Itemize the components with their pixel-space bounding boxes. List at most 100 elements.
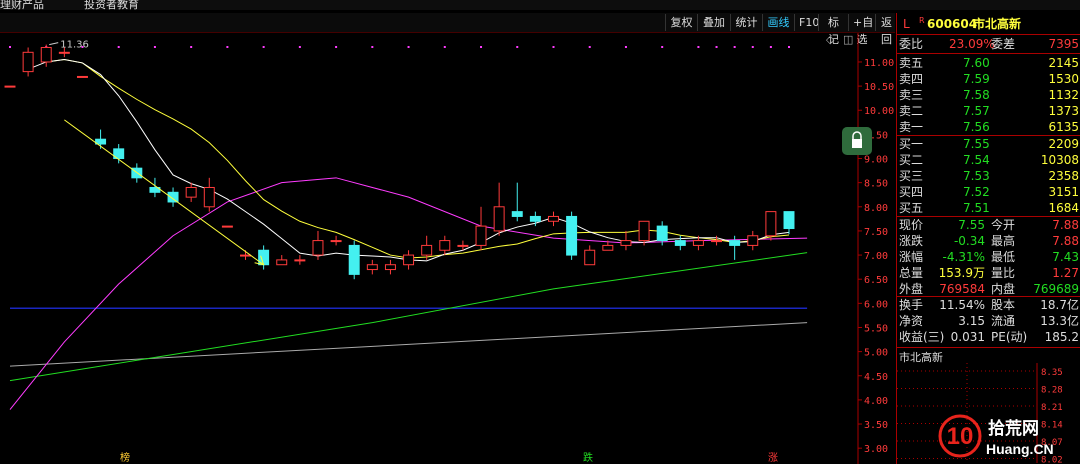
stat-row: 涨幅 -4.31% 最低 7.43 [897, 249, 1080, 265]
candle-body[interactable] [76, 75, 88, 78]
candle-body[interactable] [584, 249, 596, 266]
candle-body[interactable] [765, 211, 777, 237]
toolbar-btn-3[interactable]: 画线 [762, 14, 794, 31]
y-tick-label: 3.00 [864, 444, 888, 455]
candle-body[interactable] [783, 211, 795, 230]
trend-arrow-line[interactable] [64, 119, 264, 266]
candle-body[interactable] [348, 244, 360, 275]
sell-label: 卖二 [899, 104, 924, 118]
candle-body[interactable] [167, 191, 179, 203]
candle-body[interactable] [312, 240, 324, 256]
candle-body[interactable] [711, 240, 723, 243]
candle-body[interactable] [40, 46, 52, 63]
toolbar-btn-5[interactable]: 标记 [818, 14, 848, 46]
top-marker [516, 46, 519, 48]
candle-body[interactable] [602, 244, 614, 251]
candle-body[interactable] [638, 220, 650, 242]
candle-body[interactable] [403, 254, 415, 266]
candle-body[interactable] [22, 51, 34, 73]
buy-price: 7.54 [963, 153, 990, 167]
toolbar-btn-6[interactable]: +自选 [848, 14, 875, 46]
bottom-marker[interactable]: 涨 [768, 452, 778, 464]
candle-body[interactable] [747, 235, 759, 246]
candle-body[interactable] [620, 240, 632, 246]
candle-body[interactable] [656, 225, 668, 242]
candle-body[interactable] [439, 240, 451, 251]
candle-body[interactable] [475, 225, 487, 246]
wei-cha-label: 委差 [991, 37, 1016, 51]
panel-divider [897, 347, 1080, 348]
candle-body[interactable] [384, 264, 396, 271]
buy-volume: 2358 [1048, 169, 1079, 183]
stat2-value: 11.54% [939, 298, 985, 312]
candle-body[interactable] [185, 186, 197, 198]
y-tick-label: 5.00 [864, 348, 888, 359]
stat-value: -0.34 [953, 234, 985, 248]
wei-bi-row: 委比 23.09% 委差 7395 [897, 36, 1080, 52]
toolbar-btn-0[interactable]: 复权 [665, 14, 697, 31]
stat-label: 涨幅 [899, 250, 924, 264]
toolbar-btn-1[interactable]: 叠加 [697, 14, 730, 31]
candle-body[interactable] [366, 264, 378, 271]
candle-body[interactable] [566, 215, 578, 256]
toolbar-btn-2[interactable]: 统计 [730, 14, 762, 31]
buy-label: 买二 [899, 153, 924, 167]
candle-body[interactable] [457, 244, 469, 247]
buy-volume: 3151 [1048, 185, 1079, 199]
buy-row: 买三 7.53 2358 [897, 168, 1080, 184]
candle-body[interactable] [529, 215, 541, 222]
menu-item-wealth[interactable]: 理财产品 [0, 0, 44, 12]
candle-body[interactable] [493, 206, 505, 232]
candle-body[interactable] [692, 240, 704, 246]
diamond-icon[interactable]: ◇ [826, 33, 835, 46]
candle-body[interactable] [511, 211, 523, 217]
sell-price: 7.59 [963, 72, 990, 86]
y-tick-label: 7.50 [864, 227, 888, 238]
sell-volume: 6135 [1048, 120, 1079, 134]
stat-label: 外盘 [899, 282, 924, 296]
stat2-row: 净资 3.15 流通 13.3亿 [897, 313, 1080, 329]
stat-value: 7.43 [1052, 250, 1079, 264]
watermark-number: 10 [947, 423, 974, 450]
stat-value: 153.9万 [938, 266, 985, 280]
sell-volume: 1530 [1048, 72, 1079, 86]
bottom-marker[interactable]: 跌 [583, 451, 593, 464]
buy-volume: 10308 [1040, 153, 1079, 167]
stat-label: 量比 [991, 266, 1016, 280]
candle-body[interactable] [330, 240, 342, 243]
ma10-line [46, 59, 790, 259]
toolbar-btn-7[interactable]: 返回 [875, 14, 897, 46]
candle-body[interactable] [294, 259, 306, 262]
candle-body[interactable] [674, 240, 686, 246]
y-tick-label: 11.00 [864, 58, 894, 69]
wei-bi-label: 委比 [899, 37, 924, 51]
candle-body[interactable] [276, 259, 288, 266]
candle-body[interactable] [240, 254, 251, 257]
watermark-logo: 10 拾荒网 Huang.CN [938, 414, 1054, 458]
buy-row: 买二 7.54 10308 [897, 152, 1080, 168]
chart-toolbar: 复权 叠加 统计 画线 F10 标记 +自选 返回 [0, 13, 897, 46]
candle-body[interactable] [548, 215, 559, 222]
top-menu-bar: 理财产品 投资者教育 [0, 0, 1080, 12]
sell-price: 7.56 [963, 120, 990, 134]
candle-body[interactable] [203, 186, 215, 208]
sell-price: 7.60 [963, 56, 990, 70]
top-marker [371, 46, 374, 48]
stat2-value: 0.031 [950, 330, 985, 344]
stat-label: 内盘 [991, 282, 1016, 296]
toolbar-btn-4[interactable]: F10 [794, 14, 819, 31]
stat-row: 涨跌 -0.34 最高 7.88 [897, 233, 1080, 249]
mini-y-label: 8.28 [1041, 386, 1063, 396]
sell-label: 卖四 [899, 72, 924, 86]
y-tick-label: 8.00 [864, 203, 888, 214]
candle-body[interactable] [729, 240, 741, 246]
candle-body[interactable] [58, 51, 70, 54]
menu-item-investor-education[interactable]: 投资者教育 [84, 0, 139, 12]
restore-icon[interactable]: ◫ [843, 33, 853, 46]
stat2-label: 流通 [991, 314, 1016, 328]
candle-body[interactable] [221, 225, 233, 228]
candle-body[interactable] [4, 85, 16, 88]
kline-chart[interactable]: 11.0010.5010.009.509.008.508.007.507.006… [0, 33, 895, 464]
candle-body[interactable] [421, 244, 433, 256]
bottom-marker[interactable]: 榜 [120, 451, 130, 464]
